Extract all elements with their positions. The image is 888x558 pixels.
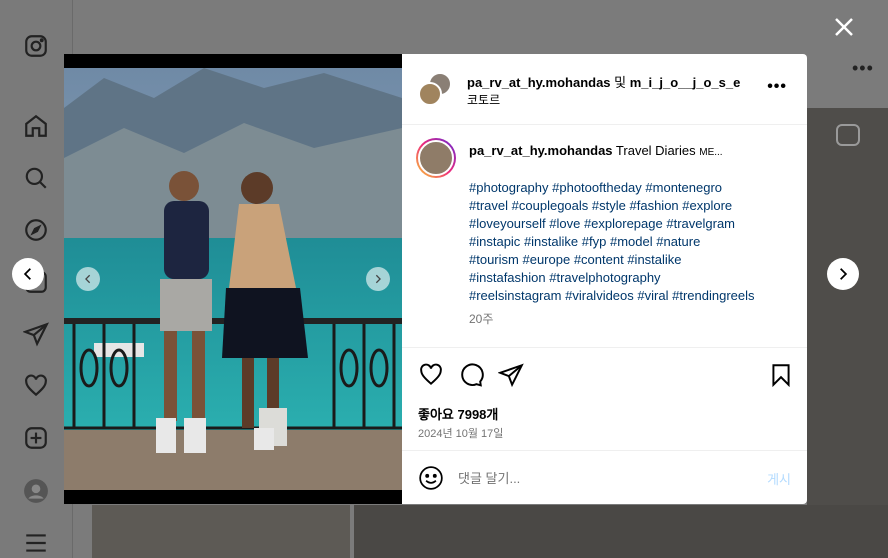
hashtag-link[interactable]: #montenegro [645, 180, 722, 195]
next-post-button[interactable] [827, 258, 859, 290]
hashtag-link[interactable]: #style [592, 198, 626, 213]
collaborator-username[interactable]: m_i_j_o__j_o_s_e [630, 75, 741, 90]
hashtag-link[interactable]: #viralvideos [565, 288, 634, 303]
caption-username[interactable]: pa_rv_at_hy.mohandas [469, 143, 613, 158]
hashtag-link[interactable]: #fashion [630, 198, 679, 213]
post-media [64, 54, 402, 504]
hashtag-link[interactable]: #photography [469, 180, 549, 195]
search-icon[interactable] [23, 165, 49, 191]
avatar[interactable] [418, 82, 442, 106]
close-icon[interactable] [832, 15, 856, 39]
create-icon[interactable] [23, 425, 49, 451]
messages-icon[interactable] [21, 321, 49, 347]
caption-timestamp: 20주 [469, 312, 494, 326]
comment-composer: 게시 [402, 452, 807, 504]
background-tile [92, 505, 350, 558]
post-header: pa_rv_at_hy.mohandas 및 m_i_j_o__j_o_s_e … [402, 54, 807, 125]
post-authors: pa_rv_at_hy.mohandas 및 m_i_j_o__j_o_s_e [467, 72, 740, 91]
save-bookmark-icon[interactable] [768, 362, 794, 388]
heart-icon[interactable] [23, 373, 49, 399]
chevron-right-icon [375, 274, 381, 284]
post-actions: 좋아요 7998개 2024년 10월 17일 [402, 347, 807, 451]
caption-avatar[interactable] [416, 138, 456, 178]
hashtag-link[interactable]: #travelgram [666, 216, 735, 231]
background-tile [354, 505, 888, 558]
hashtag-link[interactable]: #nature [656, 234, 700, 249]
background-tile [807, 108, 888, 505]
collab-avatars[interactable] [418, 72, 454, 108]
hashtag-link[interactable]: #loveyourself [469, 216, 546, 231]
hashtag-link[interactable]: #explore [682, 198, 732, 213]
hashtag-link[interactable]: #instalike [524, 234, 578, 249]
caption-text: Travel Diaries [612, 143, 700, 158]
chevron-left-icon [85, 274, 91, 284]
hashtag-link[interactable]: #photooftheday [552, 180, 642, 195]
chevron-right-icon [840, 268, 848, 280]
post-modal: pa_rv_at_hy.mohandas 및 m_i_j_o__j_o_s_e … [64, 54, 807, 504]
comment-icon[interactable] [458, 362, 484, 388]
emoji-icon[interactable] [418, 465, 444, 491]
hashtag-link[interactable]: #travelphotography [549, 270, 660, 285]
post-photo[interactable] [64, 68, 402, 490]
like-heart-icon[interactable] [418, 362, 444, 388]
hashtag-link[interactable]: #tourism [469, 252, 519, 267]
caption-more[interactable]: ME... [699, 147, 722, 158]
more-options-icon[interactable]: ••• [767, 78, 787, 96]
hashtag-link[interactable]: #travel [469, 198, 508, 213]
location-label[interactable]: 코토르 [467, 91, 500, 108]
hashtag-link[interactable]: #love [549, 216, 580, 231]
hashtag-link[interactable]: #instafashion [469, 270, 546, 285]
author-username[interactable]: pa_rv_at_hy.mohandas [467, 75, 611, 90]
home-icon[interactable] [23, 113, 49, 139]
menu-icon[interactable] [23, 530, 49, 556]
hashtag-link[interactable]: #explorepage [584, 216, 663, 231]
previous-post-button[interactable] [12, 258, 44, 290]
post-date: 2024년 10월 17일 [418, 428, 504, 440]
share-icon[interactable] [497, 362, 524, 388]
post-details-panel: pa_rv_at_hy.mohandas 및 m_i_j_o__j_o_s_e … [402, 54, 807, 504]
profile-icon[interactable] [23, 478, 49, 504]
hashtag-link[interactable]: #instapic [469, 234, 520, 249]
caption-heading: pa_rv_at_hy.mohandas Travel Diaries ME..… [469, 143, 723, 158]
instagram-icon[interactable] [23, 33, 49, 59]
hashtag-list: #photography #photooftheday #montenegro #… [469, 179, 789, 305]
background-reel-icon [836, 124, 860, 146]
chevron-left-icon [23, 268, 31, 280]
next-image-button[interactable] [366, 267, 390, 291]
hashtag-link[interactable]: #instalike [627, 252, 681, 267]
hashtag-link[interactable]: #couplegoals [512, 198, 589, 213]
explore-icon[interactable] [23, 217, 49, 243]
comment-input[interactable] [458, 466, 738, 490]
and-label: 및 [610, 75, 630, 90]
previous-image-button[interactable] [76, 267, 100, 291]
post-comment-button[interactable]: 게시 [767, 469, 791, 488]
hashtag-link[interactable]: #model [610, 234, 653, 249]
like-count[interactable]: 좋아요 7998개 [418, 404, 498, 423]
background-more-icon: ••• [852, 58, 874, 78]
hashtag-link[interactable]: #content [574, 252, 624, 267]
hashtag-link[interactable]: #trendingreels [672, 288, 754, 303]
hashtag-link[interactable]: #reelsinstagram [469, 288, 562, 303]
hashtag-link[interactable]: #europe [522, 252, 570, 267]
hashtag-link[interactable]: #viral [637, 288, 668, 303]
hashtag-link[interactable]: #fyp [582, 234, 607, 249]
